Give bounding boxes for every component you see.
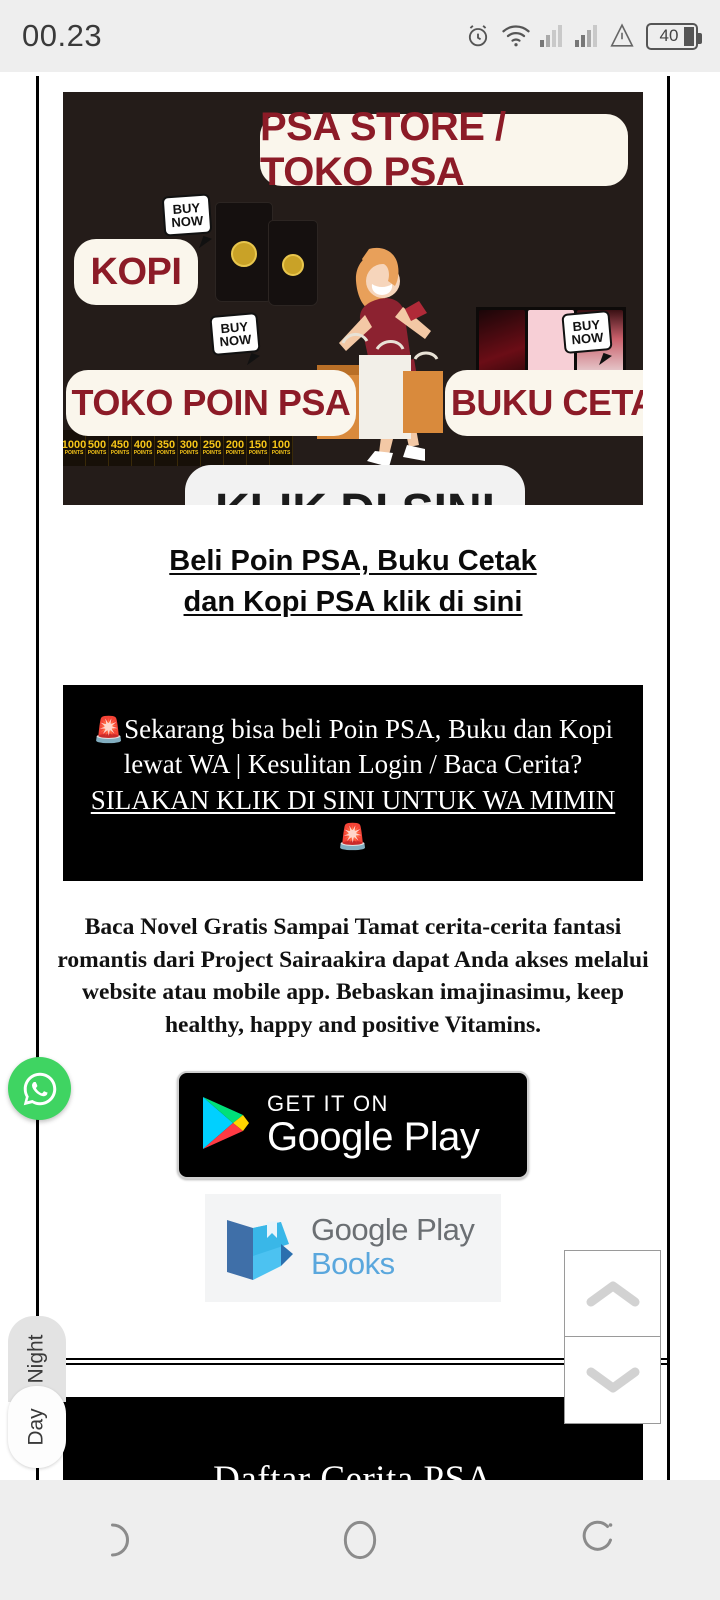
warning-triangle-icon — [610, 23, 634, 49]
siren-icon: 🚨 — [92, 716, 125, 744]
google-play-name: Google Play — [267, 1114, 480, 1159]
nav-home-button[interactable] — [334, 1514, 386, 1566]
banner-cta-klik-di-sini[interactable]: KLIK DI SINI — [185, 465, 525, 505]
signal-sim1-icon — [540, 24, 566, 48]
google-play-books-logo[interactable]: Google Play Books — [205, 1194, 501, 1303]
gpb-line-2: Books — [311, 1246, 395, 1282]
points-unit: POINTS — [64, 450, 84, 456]
google-play-badge-wrapper[interactable]: GET IT ON Google Play — [177, 1071, 529, 1180]
google-play-get-it-on: GET IT ON — [267, 1091, 389, 1117]
battery-icon: 40 — [646, 22, 702, 50]
banner-label-store: PSA STORE / TOKO PSA — [260, 105, 628, 194]
recents-icon — [582, 1520, 613, 1551]
scroll-up-button[interactable] — [564, 1250, 661, 1337]
points-unit: POINTS — [133, 450, 153, 456]
buy-now-tag: BUY NOW — [561, 309, 613, 355]
coffee-bag-image — [215, 202, 273, 302]
points-unit: POINTS — [202, 450, 222, 456]
night-label: Night — [25, 1334, 48, 1384]
points-unit: POINTS — [156, 450, 176, 456]
coffee-logo-icon — [231, 240, 257, 267]
nav-recents-button[interactable] — [574, 1514, 626, 1566]
announcement-banner[interactable]: 🚨Sekarang bisa beli Poin PSA, Buku dan K… — [63, 685, 643, 882]
android-nav-bar — [0, 1480, 720, 1600]
points-unit: POINTS — [179, 450, 199, 456]
points-unit: POINTS — [225, 450, 245, 456]
status-icon-group: 40 — [464, 22, 702, 50]
link-heading-line1: Beli Poin PSA, Buku Cetak — [169, 545, 537, 577]
nav-back-button[interactable] — [94, 1514, 146, 1566]
battery-fill — [684, 26, 694, 46]
banner-label-toko-poin: TOKO POIN PSA — [66, 370, 356, 436]
beli-poin-link[interactable]: Beli Poin PSA, Buku Cetak dan Kopi PSA k… — [169, 545, 536, 618]
whatsapp-icon — [23, 1072, 56, 1105]
chevron-down-icon — [586, 1367, 639, 1393]
wifi-icon — [501, 24, 531, 48]
link-heading-line2: dan Kopi PSA klik di sini — [183, 586, 523, 619]
whatsapp-float-button[interactable] — [8, 1057, 71, 1120]
google-play-books-text: Google Play Books — [311, 1211, 475, 1282]
announcement-wa-link[interactable]: SILAKAN KLIK DI SINI UNTUK WA MIMIN — [91, 785, 615, 815]
buy-now-tag: BUY NOW — [209, 311, 261, 357]
points-unit: POINTS — [271, 450, 291, 456]
points-unit: POINTS — [110, 450, 130, 456]
day-night-toggle[interactable]: Night Day — [8, 1316, 66, 1468]
daftar-cerita-title: Daftar Cerita PSA — [213, 1459, 493, 1480]
gpb-line-1: Google Play — [311, 1211, 475, 1247]
day-mode-option[interactable]: Day — [8, 1386, 66, 1468]
buy-now-line2: NOW — [170, 212, 204, 231]
intro-paragraph: Baca Novel Gratis Sampai Tamat cerita-ce… — [57, 914, 649, 1038]
home-icon — [343, 1520, 377, 1560]
points-unit: POINTS — [87, 450, 107, 456]
siren-icon: 🚨 — [337, 824, 369, 852]
google-play-text: GET IT ON Google Play — [267, 1091, 480, 1159]
cursor-icon — [247, 352, 260, 369]
scroll-controls[interactable] — [564, 1250, 661, 1425]
signal-sim2-icon — [575, 24, 601, 48]
scroll-down-button[interactable] — [564, 1337, 661, 1424]
status-time: 00.23 — [22, 18, 103, 53]
cursor-icon — [199, 235, 212, 252]
battery-level: 40 — [659, 26, 679, 45]
announcement-body: Sekarang bisa beli Poin PSA, Buku dan Ko… — [123, 713, 614, 780]
psa-store-banner[interactable]: BUY NOW BUY NOW BUY NOW 1000 POINTS 500 PO… — [63, 92, 643, 505]
announcement-text: 🚨Sekarang bisa beli Poin PSA, Buku dan K… — [79, 712, 627, 856]
back-icon — [111, 1523, 129, 1557]
alarm-icon — [464, 22, 492, 50]
buy-now-tag: BUY NOW — [161, 193, 213, 237]
banner-label-kopi: KOPI — [74, 239, 198, 305]
beli-poin-link-heading[interactable]: Beli Poin PSA, Buku Cetak dan Kopi PSA k… — [73, 541, 633, 623]
buy-now-line2: NOW — [218, 331, 252, 350]
status-bar: 00.23 40 — [0, 0, 720, 72]
day-label: Day — [24, 1408, 48, 1446]
google-play-books-icon — [227, 1220, 293, 1281]
banner-label-buku-cetak: BUKU CETAK — [445, 370, 643, 436]
daftar-cerita-section: Daftar Cerita PSA — [63, 1397, 643, 1480]
google-play-triangle-icon — [199, 1095, 251, 1155]
buy-now-line2: NOW — [570, 329, 604, 348]
points-unit: POINTS — [248, 450, 268, 456]
chevron-up-icon — [586, 1281, 639, 1306]
page-frame-right-border — [667, 76, 670, 1482]
google-play-badge[interactable]: GET IT ON Google Play — [177, 1071, 529, 1180]
